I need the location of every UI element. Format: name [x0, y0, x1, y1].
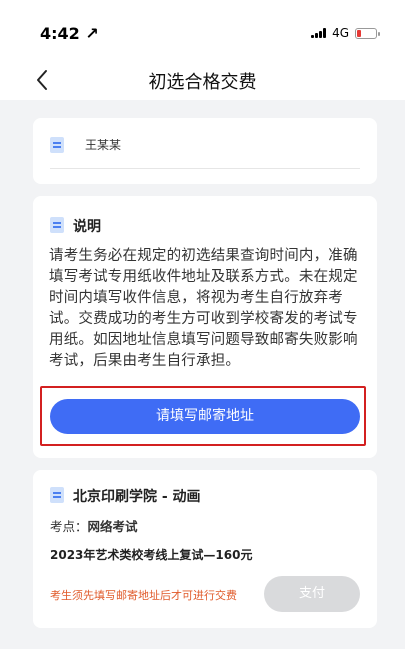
exam-site: 考点：网络考试: [50, 516, 138, 535]
document-icon: [50, 217, 64, 233]
fill-address-button[interactable]: 请填写邮寄地址: [50, 399, 360, 434]
network-label: 4G: [332, 26, 349, 40]
signal-icon: [311, 28, 327, 38]
status-bar: 4:42 ↗ 4G: [0, 0, 405, 60]
document-icon: [50, 487, 64, 503]
battery-icon: [355, 27, 380, 39]
status-indicators: 4G: [311, 26, 380, 40]
exam-school-title: 北京印刷学院 - 动画: [73, 489, 201, 505]
notice-text: 请考生务必在规定的初选结果查询时间内，准确填写考试专用纸收件地址及联系方式。未在…: [49, 248, 358, 369]
exam-site-value: 网络考试: [87, 519, 138, 534]
exam-site-label: 考点：: [50, 519, 88, 534]
notice-title: 说明: [73, 219, 101, 235]
applicant-card: 王某某: [33, 118, 377, 184]
exam-fee: 2023年艺术类校考线上复试—160元: [50, 548, 253, 562]
page-title: 初选合格交费: [148, 72, 257, 93]
pay-button[interactable]: 支付: [264, 576, 360, 612]
divider: [50, 168, 360, 169]
navigation-bar: 初选合格交费: [0, 60, 405, 100]
applicant-name: 王某某: [85, 138, 122, 152]
payment-warning: 考生须先填写邮寄地址后才可进行交费: [50, 589, 237, 602]
status-time: 4:42 ↗: [40, 24, 99, 43]
exam-card: 北京印刷学院 - 动画 考点：网络考试 2023年艺术类校考线上复试—160元 …: [33, 470, 377, 628]
document-icon: [50, 137, 64, 153]
